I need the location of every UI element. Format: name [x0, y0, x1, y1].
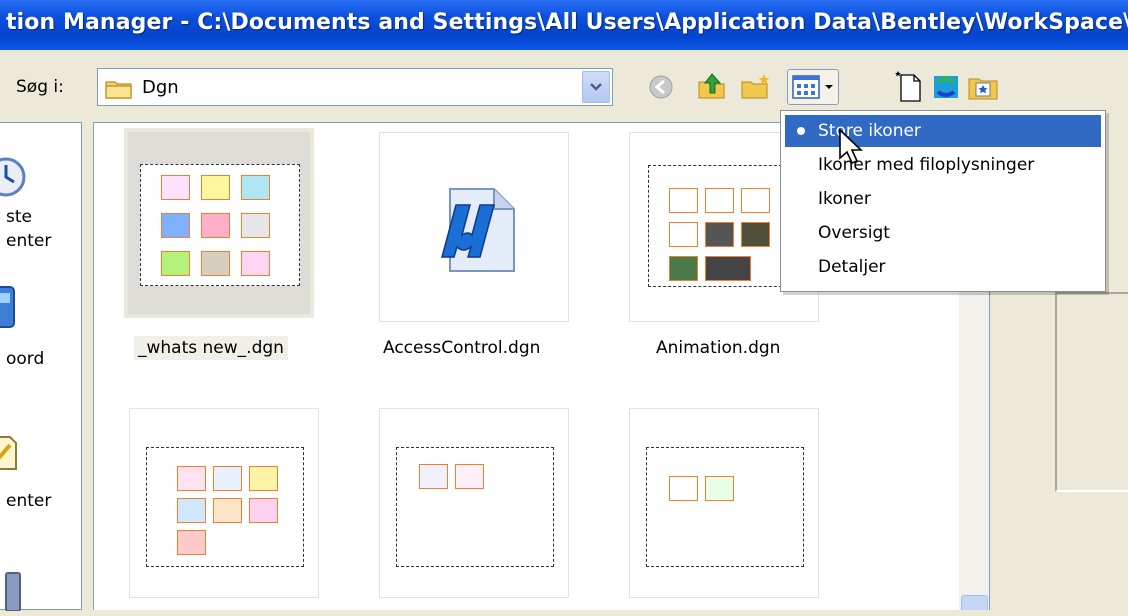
new-folder-icon[interactable] [738, 70, 772, 104]
places-bar: ste enter oord enter [0, 122, 82, 612]
look-in-label: Søg i: [16, 77, 64, 97]
scroll-down-icon[interactable] [961, 595, 988, 610]
window-title: tion Manager - C:\Documents and Settings… [6, 10, 1128, 35]
menu-item-list[interactable]: Oversigt [785, 217, 1101, 249]
microstation-file-icon [426, 185, 522, 280]
menu-item-label: Store ikoner [818, 121, 921, 141]
drawing-preview [140, 164, 300, 286]
folder-star-icon[interactable] [966, 70, 1000, 104]
view-menu: Store ikoner Ikoner med filoplysninger I… [780, 110, 1106, 292]
places-label: oord [6, 349, 45, 369]
drawing-preview [396, 447, 554, 567]
file-name[interactable]: Animation.dgn [656, 338, 780, 358]
menu-item-large-icons[interactable]: Store ikoner [785, 115, 1101, 147]
views-menu-icon [792, 75, 836, 104]
drawing-preview [646, 447, 804, 567]
file-thumbnail[interactable] [379, 132, 569, 322]
menu-item-label: Ikoner [818, 189, 871, 209]
chevron-down-icon[interactable] [582, 71, 610, 103]
file-name[interactable]: _whats new_.dgn [134, 336, 288, 360]
up-folder-icon[interactable] [695, 70, 729, 104]
menu-item-label: Detaljer [818, 257, 886, 277]
menu-item-label: Oversigt [818, 223, 890, 243]
recent-places-icon[interactable] [0, 155, 28, 204]
places-label: enter [6, 231, 52, 251]
new-file-icon[interactable] [893, 70, 927, 104]
folder-icon [105, 79, 133, 104]
drawing-preview [648, 165, 802, 287]
file-thumbnail[interactable] [379, 408, 569, 598]
menu-item-tiles[interactable]: Ikoner med filoplysninger [785, 149, 1101, 181]
title-bar: tion Manager - C:\Documents and Settings… [0, 0, 1128, 50]
drawing-preview [146, 447, 304, 567]
menu-item-details[interactable]: Detaljer [785, 251, 1101, 283]
file-thumbnail[interactable] [129, 408, 319, 598]
file-thumbnail[interactable] [124, 128, 314, 318]
file-name[interactable]: AccessControl.dgn [383, 338, 540, 358]
look-in-combobox[interactable]: Dgn [97, 68, 613, 106]
file-thumbnail[interactable] [629, 408, 819, 598]
look-in-value: Dgn [142, 77, 179, 98]
desktop-icon[interactable] [0, 283, 22, 336]
documents-icon[interactable] [0, 433, 22, 478]
menu-item-icons[interactable]: Ikoner [785, 183, 1101, 215]
mouse-cursor-icon [838, 128, 864, 171]
places-label: enter [6, 491, 52, 511]
computer-icon[interactable] [2, 571, 24, 616]
back-icon[interactable] [644, 70, 678, 104]
places-label: ste [6, 207, 32, 227]
radio-bullet-icon [797, 127, 805, 135]
refresh-icon[interactable] [929, 70, 963, 104]
side-panel [1055, 292, 1128, 492]
views-menu-button[interactable] [787, 69, 839, 105]
